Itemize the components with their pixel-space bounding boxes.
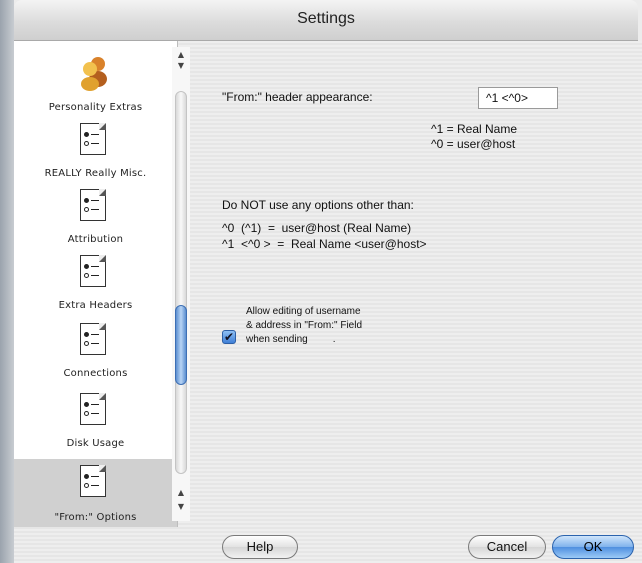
- sidebar-item-label: Disk Usage: [66, 438, 125, 449]
- sidebar-item-label: "From:" Options: [54, 512, 137, 523]
- from-header-input[interactable]: ^1 <^0>: [478, 87, 558, 109]
- sidebar-item-from-options[interactable]: "From:" Options: [14, 459, 177, 527]
- window-title: Settings: [297, 10, 355, 27]
- checkbox-label-line3: when sending .: [246, 334, 336, 345]
- sidebar-item-label: Attribution: [67, 234, 124, 245]
- scroll-track[interactable]: [175, 91, 187, 474]
- option-line-2: ^1 <^0 > = Real Name <user@host>: [222, 237, 427, 251]
- sidebar-item-label: Extra Headers: [58, 300, 133, 311]
- options-warning: Do NOT use any options other than:: [222, 198, 414, 212]
- checkbox-label-line2: & address in "From:" Field: [246, 320, 363, 331]
- scroll-down-arrow-icon[interactable]: ▼: [174, 60, 188, 72]
- sidebar-item-label: REALLY Really Misc.: [44, 168, 147, 179]
- settings-window: Settings Personality Extras REALLY Reall…: [0, 0, 642, 563]
- checkbox-label-line1: Allow editing of username: [246, 306, 361, 317]
- sidebar-item-extra-headers[interactable]: Extra Headers: [14, 249, 177, 315]
- legend-user-host: ^0 = user@host: [431, 137, 516, 151]
- from-header-label: "From:" header appearance:: [222, 90, 373, 104]
- sidebar-item-personality-extras[interactable]: Personality Extras: [14, 51, 177, 117]
- option-line-1: ^0 (^1) = user@host (Real Name): [222, 221, 412, 235]
- document-icon: [80, 323, 106, 355]
- legend-real-name: ^1 = Real Name: [431, 122, 518, 136]
- help-button[interactable]: Help: [222, 535, 298, 559]
- sidebar-item-really-misc[interactable]: REALLY Really Misc.: [14, 117, 177, 183]
- sidebar-item-attribution[interactable]: Attribution: [14, 183, 177, 249]
- cancel-button[interactable]: Cancel: [468, 535, 546, 559]
- scroll-up-arrow-icon[interactable]: ▲: [174, 487, 188, 499]
- allow-editing-checkbox[interactable]: ✔: [222, 330, 236, 344]
- window-edge: [0, 0, 14, 563]
- sidebar-item-label: Connections: [63, 368, 128, 379]
- scroll-thumb[interactable]: [175, 305, 187, 385]
- title-bar[interactable]: Settings: [14, 0, 638, 41]
- document-icon: [80, 189, 106, 221]
- document-icon: [80, 465, 106, 497]
- sidebar-item-connections[interactable]: Connections: [14, 317, 177, 383]
- ok-button[interactable]: OK: [552, 535, 634, 559]
- settings-sidebar: Personality Extras REALLY Really Misc. A…: [14, 41, 178, 527]
- sidebar-item-disk-usage[interactable]: Disk Usage: [14, 387, 177, 453]
- scroll-down-arrow-icon[interactable]: ▼: [174, 501, 188, 513]
- document-icon: [80, 255, 106, 287]
- document-icon: [80, 393, 106, 425]
- sidebar-scrollbar[interactable]: ▲ ▼ ▲ ▼: [172, 47, 190, 521]
- people-icon: [81, 57, 107, 91]
- sidebar-item-label: Personality Extras: [48, 102, 143, 113]
- document-icon: [80, 123, 106, 155]
